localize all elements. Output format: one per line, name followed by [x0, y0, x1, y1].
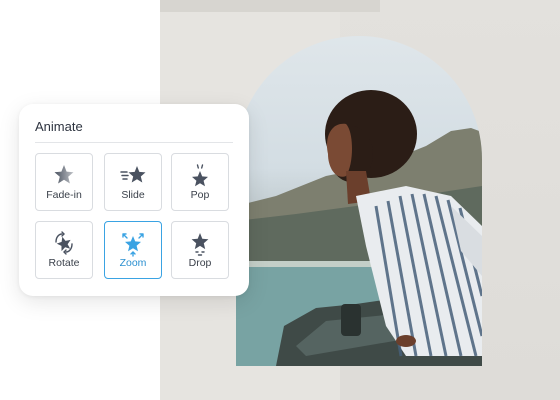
star-zoom-icon — [105, 231, 161, 257]
animate-panel: Animate Fade-in Slide Pop Rotate Zoom Dr… — [19, 104, 249, 296]
option-label: Drop — [188, 257, 212, 269]
star-drop-icon — [172, 231, 228, 256]
panel-title: Animate — [35, 119, 83, 134]
option-label: Rotate — [48, 257, 80, 269]
animation-option-rotate[interactable]: Rotate — [35, 221, 93, 279]
star-rotate-icon — [36, 231, 92, 255]
star-slide-icon — [105, 163, 161, 187]
arched-photo — [236, 36, 482, 366]
option-label: Slide — [121, 189, 145, 201]
option-label: Fade-in — [46, 189, 82, 201]
star-pop-icon — [172, 163, 228, 187]
star-fade-in-icon — [36, 163, 92, 187]
animation-option-slide[interactable]: Slide — [104, 153, 162, 211]
animation-option-fade-in[interactable]: Fade-in — [35, 153, 93, 211]
background-band — [160, 0, 380, 12]
option-label: Pop — [190, 189, 210, 201]
animation-option-zoom[interactable]: Zoom — [104, 221, 162, 279]
animation-option-pop[interactable]: Pop — [171, 153, 229, 211]
animation-option-drop[interactable]: Drop — [171, 221, 229, 279]
option-label: Zoom — [119, 257, 147, 269]
panel-divider — [35, 142, 233, 143]
